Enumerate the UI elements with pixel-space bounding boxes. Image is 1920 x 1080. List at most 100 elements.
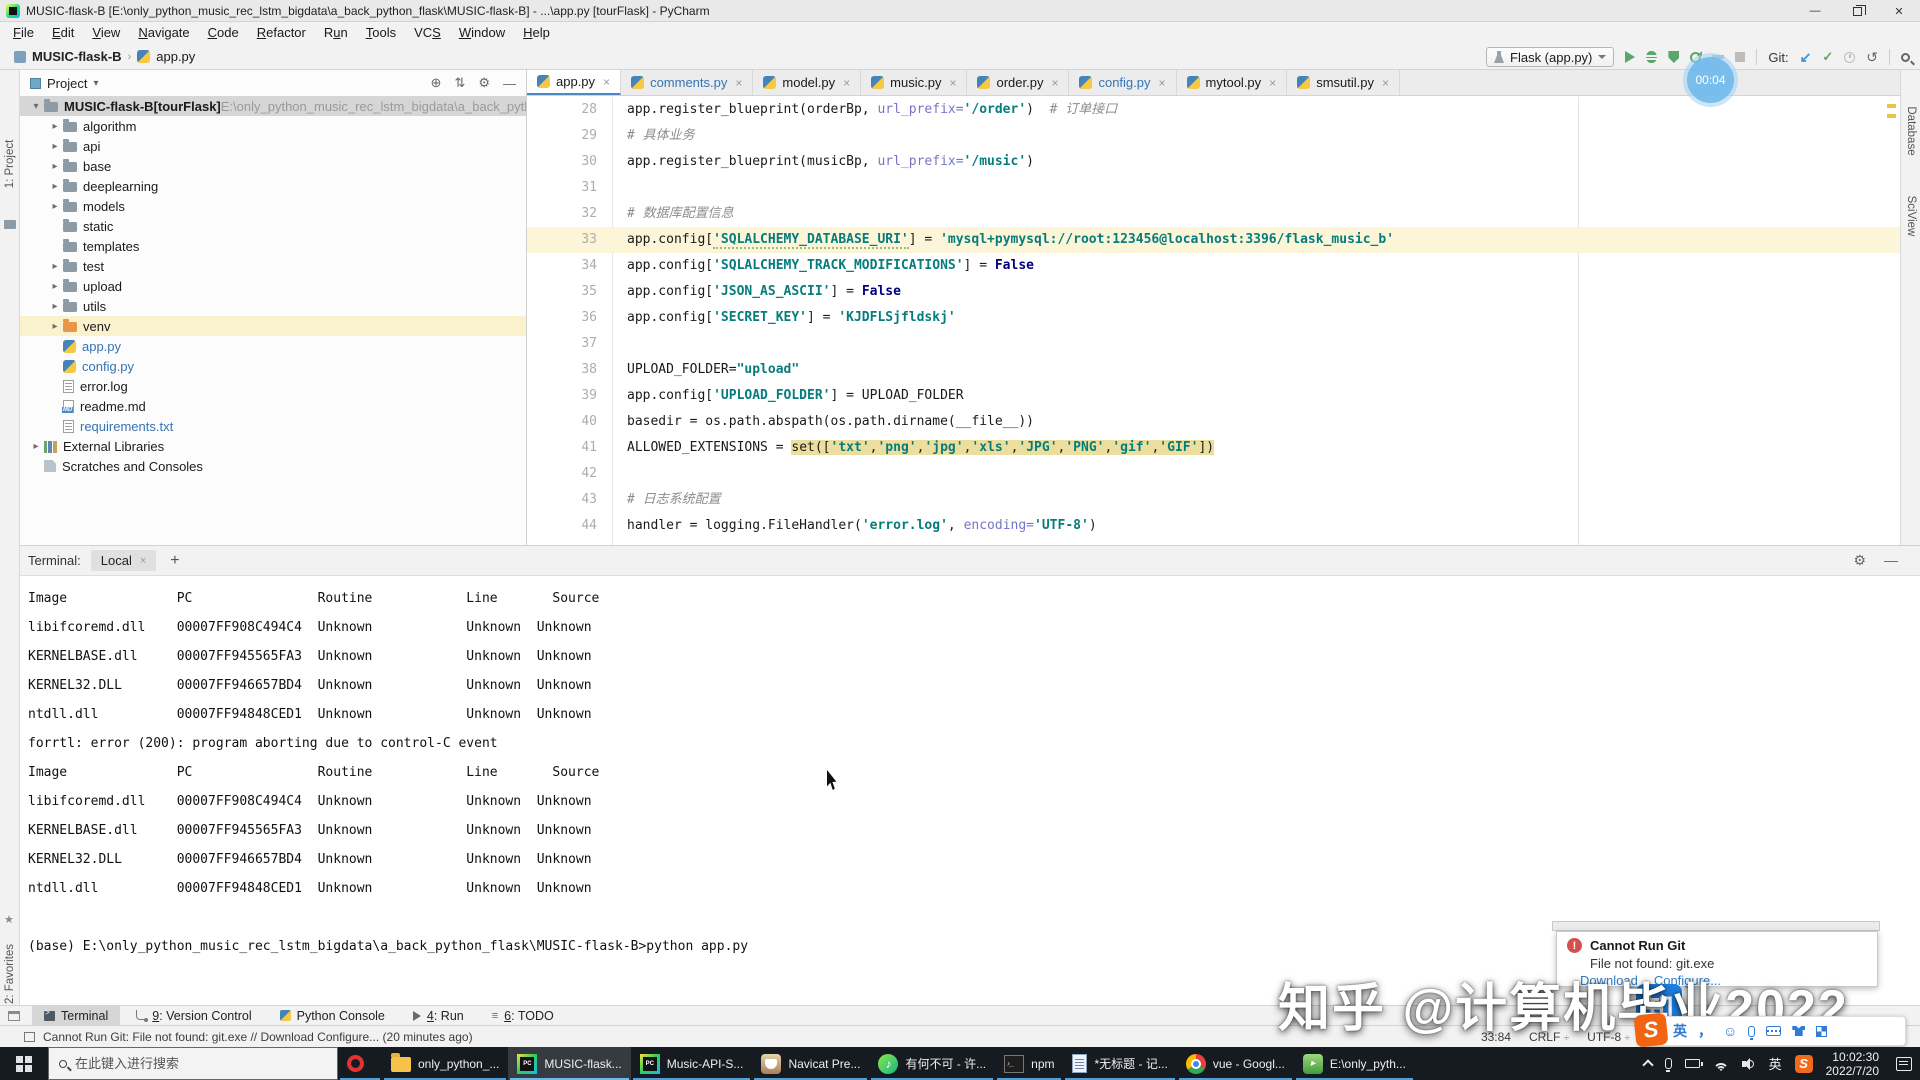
close-icon[interactable]: ×: [735, 76, 742, 90]
chevron-right-icon[interactable]: ▸: [47, 201, 63, 212]
close-icon[interactable]: ×: [1159, 76, 1166, 90]
tray-expand-icon[interactable]: [1642, 1059, 1653, 1070]
chevron-right-icon[interactable]: ▸: [47, 321, 63, 332]
ime-toolbox-icon[interactable]: [1816, 1026, 1827, 1037]
code-line-37[interactable]: 37: [527, 331, 1900, 357]
line-number[interactable]: 35: [527, 279, 597, 305]
git-update-button[interactable]: ↙: [1800, 50, 1812, 64]
tree-item-test[interactable]: ▸test: [20, 256, 526, 276]
ime-emoji-button[interactable]: ☺: [1723, 1023, 1737, 1039]
close-button[interactable]: ✕: [1878, 0, 1920, 22]
git-history-button[interactable]: [1844, 52, 1855, 63]
menu-item-edit[interactable]: Edit: [43, 22, 83, 44]
line-number[interactable]: 34: [527, 253, 597, 279]
tree-item-venv[interactable]: ▸venv: [20, 316, 526, 336]
tree-item-base[interactable]: ▸base: [20, 156, 526, 176]
chevron-right-icon[interactable]: ▸: [47, 141, 63, 152]
code-line-41[interactable]: 41ALLOWED_EXTENSIONS = set(['txt','png',…: [527, 435, 1900, 461]
taskbar-app-chrome-vue-googl[interactable]: vue - Googl...: [1177, 1047, 1294, 1080]
ime-mic-icon[interactable]: [1748, 1026, 1755, 1037]
tab-comments-py[interactable]: comments.py×: [621, 70, 753, 95]
menu-item-run[interactable]: Run: [315, 22, 357, 44]
taskbar-app-qqmusic-item[interactable]: ♪有何不可 - 许...: [869, 1047, 995, 1080]
tab-config-py[interactable]: config.py×: [1069, 70, 1176, 95]
close-icon[interactable]: ×: [843, 76, 850, 90]
code-line-28[interactable]: 28app.register_blueprint(orderBp, url_pr…: [527, 97, 1900, 123]
sogou-logo-icon[interactable]: S: [1633, 1012, 1668, 1047]
tool-window-button-terminal[interactable]: Terminal: [32, 1006, 120, 1026]
tree-item-models[interactable]: ▸models: [20, 196, 526, 216]
maximize-button[interactable]: [1836, 0, 1878, 22]
start-button[interactable]: [0, 1047, 48, 1080]
terminal-tab-local[interactable]: Local ×: [91, 550, 157, 571]
close-icon[interactable]: ×: [140, 555, 146, 567]
tool-button-sciview[interactable]: SciView: [1905, 166, 1917, 266]
ime-keyboard-icon[interactable]: [1766, 1026, 1781, 1036]
close-icon[interactable]: ×: [1269, 76, 1276, 90]
close-icon[interactable]: ×: [1382, 76, 1389, 90]
collapse-all-button[interactable]: ⇅: [454, 75, 465, 91]
search-input[interactable]: [75, 1056, 295, 1071]
ime-language-toggle[interactable]: 英: [1673, 1021, 1687, 1041]
tab-mytool-py[interactable]: mytool.py×: [1177, 70, 1288, 95]
code-line-34[interactable]: 34app.config['SQLALCHEMY_TRACK_MODIFICAT…: [527, 253, 1900, 279]
menu-item-help[interactable]: Help: [514, 22, 559, 44]
breadcrumb-file[interactable]: app.py: [156, 49, 195, 64]
tree-item-utils[interactable]: ▸utils: [20, 296, 526, 316]
breadcrumb-project[interactable]: MUSIC-flask-B: [32, 49, 122, 64]
taskbar-app-opera[interactable]: [338, 1047, 382, 1080]
line-number[interactable]: 30: [527, 149, 597, 175]
tab-model-py[interactable]: model.py×: [753, 70, 861, 95]
action-center-icon[interactable]: [1896, 1057, 1912, 1071]
status-message[interactable]: Cannot Run Git: File not found: git.exe …: [43, 1030, 473, 1044]
tool-window-button-6-todo[interactable]: ≡6: TODO: [480, 1006, 566, 1026]
tab-music-py[interactable]: music.py×: [861, 70, 967, 95]
line-number[interactable]: 40: [527, 409, 597, 435]
menu-item-file[interactable]: File: [4, 22, 43, 44]
warning-stripe-mark[interactable]: [1887, 114, 1896, 118]
taskbar-app-cmd-npm[interactable]: ›_npm: [995, 1047, 1063, 1080]
close-icon[interactable]: ×: [603, 75, 610, 89]
menu-item-window[interactable]: Window: [450, 22, 514, 44]
taskbar-app-video-e-only-pyth[interactable]: ▸E:\only_pyth...: [1294, 1047, 1415, 1080]
chevron-right-icon[interactable]: ▸: [28, 441, 44, 452]
tree-item-app-py[interactable]: app.py: [20, 336, 526, 356]
line-number[interactable]: 44: [527, 513, 597, 539]
run-config-select[interactable]: Flask (app.py): [1486, 47, 1614, 67]
tray-volume-icon[interactable]: [1742, 1058, 1756, 1070]
tray-mic-icon[interactable]: [1665, 1058, 1672, 1069]
line-number[interactable]: 32: [527, 201, 597, 227]
tray-language-indicator[interactable]: 英: [1769, 1054, 1782, 1073]
tab-smsutil-py[interactable]: smsutil.py×: [1287, 70, 1400, 95]
ime-punctuation-toggle[interactable]: ，: [1698, 1021, 1712, 1041]
menu-item-code[interactable]: Code: [199, 22, 248, 44]
taskbar-app-pycharm-music-flask[interactable]: PCMUSIC-flask...: [508, 1047, 630, 1080]
tab-order-py[interactable]: order.py×: [967, 70, 1069, 95]
tool-window-button-python-console[interactable]: Python Console: [268, 1006, 397, 1026]
line-number[interactable]: 28: [527, 97, 597, 123]
code-editor[interactable]: 28app.register_blueprint(orderBp, url_pr…: [527, 97, 1900, 545]
tree-item-scratches-and-consoles[interactable]: Scratches and Consoles: [20, 456, 526, 476]
line-number[interactable]: 39: [527, 383, 597, 409]
tray-battery-icon[interactable]: [1685, 1059, 1700, 1068]
ime-skin-icon[interactable]: [1792, 1026, 1805, 1036]
close-icon[interactable]: ×: [1051, 76, 1058, 90]
chevron-right-icon[interactable]: ▸: [47, 301, 63, 312]
close-icon[interactable]: ×: [949, 76, 956, 90]
menu-item-vcs[interactable]: VCS: [405, 22, 450, 44]
tree-item-algorithm[interactable]: ▸algorithm: [20, 116, 526, 136]
new-terminal-button[interactable]: +: [170, 552, 179, 570]
tool-button-project[interactable]: 1: Project: [4, 114, 16, 214]
menu-item-navigate[interactable]: Navigate: [129, 22, 198, 44]
line-number[interactable]: 33: [527, 227, 597, 253]
tree-item-requirements-txt[interactable]: requirements.txt: [20, 416, 526, 436]
tree-item-deeplearning[interactable]: ▸deeplearning: [20, 176, 526, 196]
search-everywhere-button[interactable]: [1901, 53, 1910, 62]
code-line-35[interactable]: 35app.config['JSON_AS_ASCII'] = False: [527, 279, 1900, 305]
code-line-42[interactable]: 42: [527, 461, 1900, 487]
terminal-output[interactable]: Image PC Routine Line Sourcelibifcoremd.…: [20, 576, 1920, 961]
event-log-icon[interactable]: [24, 1032, 35, 1042]
menu-item-refactor[interactable]: Refactor: [248, 22, 315, 44]
tab-app-py[interactable]: app.py×: [527, 70, 621, 95]
panel-hide-button[interactable]: —: [503, 76, 516, 91]
